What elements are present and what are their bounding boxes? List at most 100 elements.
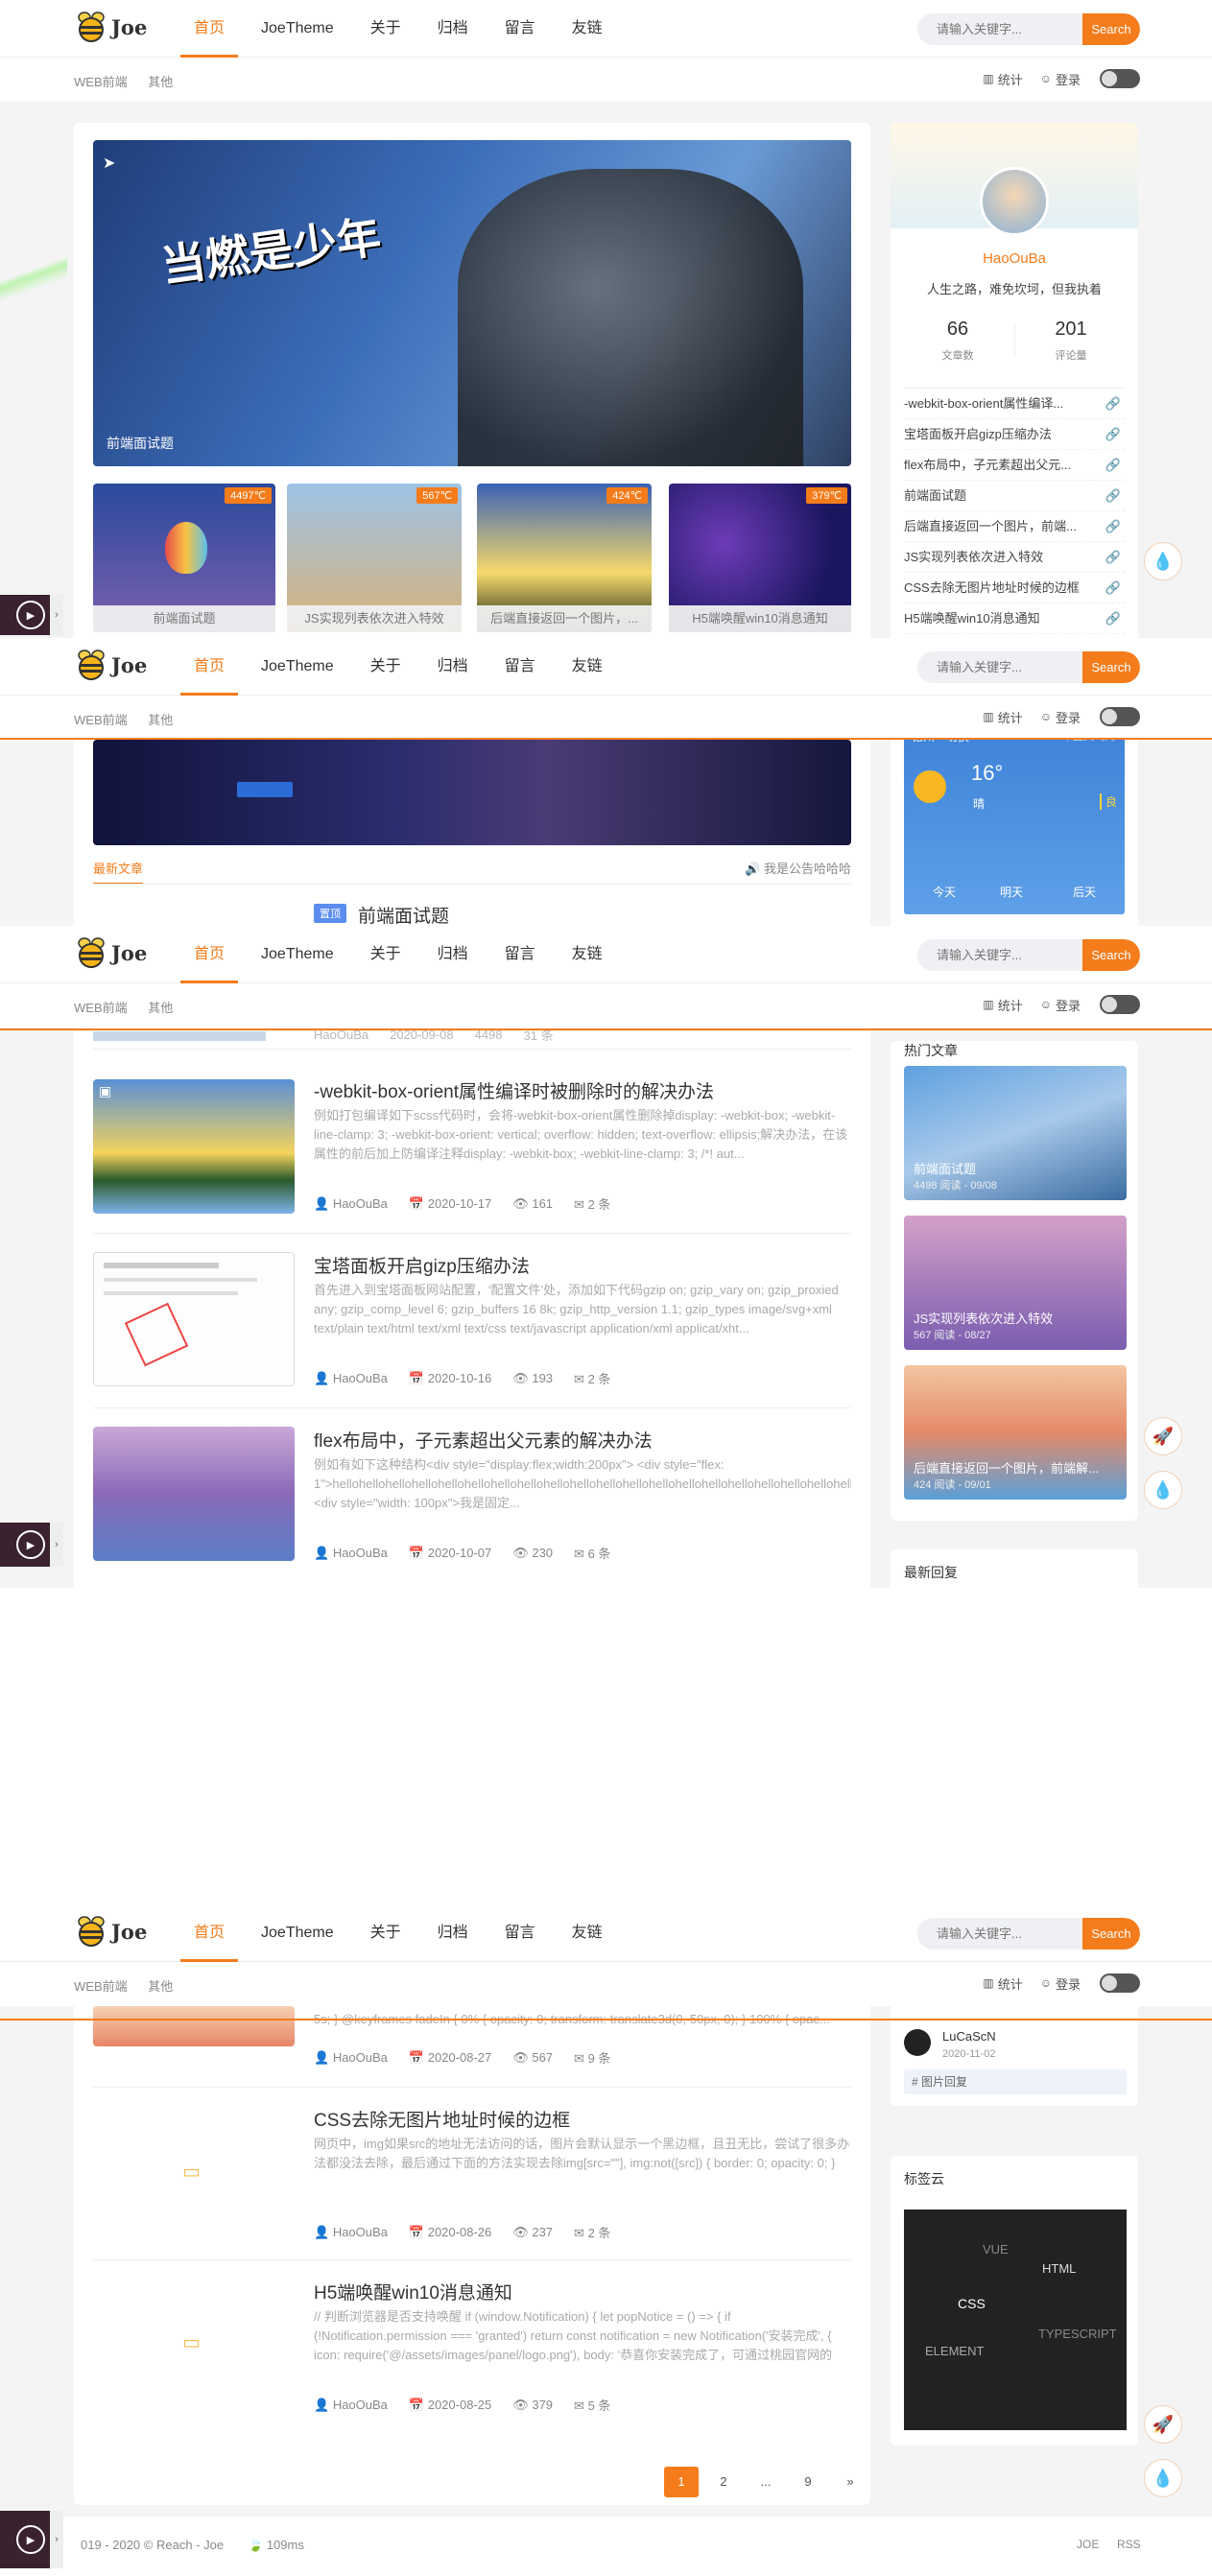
logo[interactable]: Joe xyxy=(75,10,147,44)
search-input[interactable] xyxy=(917,651,1071,683)
login-link[interactable]: ☺ 登录 xyxy=(1040,996,1081,1014)
article-thumb[interactable] xyxy=(93,2006,295,2046)
side-link[interactable]: JS实现列表依次进入特效 🔗 xyxy=(904,542,1125,573)
cat-web[interactable]: WEB前端 xyxy=(74,75,128,89)
article-title[interactable]: -webkit-box-orient属性编译时被删除时的解决办法 xyxy=(314,1077,714,1103)
cat-other[interactable]: 其他 xyxy=(148,75,173,89)
stats-link[interactable]: ▥ 统计 xyxy=(983,996,1022,1014)
cat-other[interactable]: 其他 xyxy=(148,1979,173,1994)
side-link[interactable]: H5端唤醒win10消息通知 🔗 xyxy=(904,603,1125,634)
article-thumb[interactable] xyxy=(93,1427,295,1561)
article-thumb[interactable] xyxy=(93,1252,295,1386)
nav-message[interactable]: 留言 xyxy=(491,638,549,696)
drop-icon[interactable]: 💧 xyxy=(1144,2459,1182,2497)
dark-mode-toggle[interactable] xyxy=(1100,995,1140,1014)
page-button[interactable]: 2 xyxy=(706,2467,741,2497)
stats-link[interactable]: ▥ 统计 xyxy=(983,1974,1022,1993)
article-title[interactable]: flex布局中，子元素超出父元素的解决办法 xyxy=(314,1427,653,1453)
tag[interactable]: CSS xyxy=(958,2296,986,2311)
nav-links[interactable]: 友链 xyxy=(558,926,616,983)
search-input[interactable] xyxy=(917,13,1071,45)
nav-home[interactable]: 首页 xyxy=(180,1904,239,1962)
nav-message[interactable]: 留言 xyxy=(491,926,549,983)
nav-archive[interactable]: 归档 xyxy=(424,638,482,696)
play-icon[interactable]: ▶ xyxy=(16,601,45,629)
page-button[interactable]: ... xyxy=(749,2467,783,2497)
cat-web[interactable]: WEB前端 xyxy=(74,1001,128,1015)
logo[interactable]: Joe xyxy=(75,648,147,682)
side-link[interactable]: flex布局中，子元素超出父元... 🔗 xyxy=(904,450,1125,481)
rocket-icon[interactable]: 🚀 xyxy=(1144,1417,1182,1455)
drop-icon[interactable]: 💧 xyxy=(1144,1471,1182,1509)
hot-item[interactable]: 前端面试题 4498 阅读 - 09/08 xyxy=(904,1066,1127,1200)
cat-web[interactable]: WEB前端 xyxy=(74,713,128,727)
play-icon[interactable]: ▶ xyxy=(16,2525,45,2554)
side-link[interactable]: -webkit-box-orient属性编译... 🔗 xyxy=(904,389,1125,419)
search-button[interactable]: Search xyxy=(1082,939,1140,971)
search-button[interactable]: Search xyxy=(1082,1918,1140,1950)
side-link[interactable]: 前端面试题 🔗 xyxy=(904,481,1125,511)
dark-mode-toggle[interactable] xyxy=(1100,69,1140,88)
nav-about[interactable]: 关于 xyxy=(357,1904,415,1962)
ad-banner[interactable] xyxy=(93,740,851,845)
tag[interactable]: VUE xyxy=(983,2242,1009,2257)
hero-banner[interactable]: 当燃是少年 ➤ 前端面试题 xyxy=(93,140,851,466)
thumb-card[interactable]: 424℃ 后端直接返回一个图片，... xyxy=(477,484,652,632)
search-button[interactable]: Search xyxy=(1082,651,1140,683)
nav-archive[interactable]: 归档 xyxy=(424,0,482,58)
nav-message[interactable]: 留言 xyxy=(491,1904,549,1962)
article-title[interactable]: 宝塔面板开启gizp压缩办法 xyxy=(314,1252,530,1278)
stats-link[interactable]: ▥ 统计 xyxy=(983,708,1022,726)
play-icon[interactable]: ▶ xyxy=(16,1530,45,1559)
article-title[interactable]: 前端面试题 xyxy=(358,902,449,926)
music-player[interactable]: ▶ › xyxy=(0,1523,63,1567)
nav-joetheme[interactable]: JoeTheme xyxy=(248,0,347,58)
search-input[interactable] xyxy=(917,939,1071,971)
avatar[interactable] xyxy=(980,167,1049,236)
nav-joetheme[interactable]: JoeTheme xyxy=(248,1904,347,1962)
side-link[interactable]: CSS去除无图片地址时候的边框 🔗 xyxy=(904,573,1125,603)
article-title[interactable]: CSS去除无图片地址时候的边框 xyxy=(314,2106,570,2132)
cat-other[interactable]: 其他 xyxy=(148,1001,173,1015)
tag[interactable]: ELEMENT xyxy=(925,2344,984,2358)
login-link[interactable]: ☺ 登录 xyxy=(1040,1974,1081,1993)
next-page-button[interactable]: » xyxy=(833,2467,867,2497)
nav-joetheme[interactable]: JoeTheme xyxy=(248,638,347,696)
cat-web[interactable]: WEB前端 xyxy=(74,1979,128,1994)
thumb-card[interactable]: 567℃ JS实现列表依次进入特效 xyxy=(287,484,462,632)
reply-text[interactable]: # 图片回复 xyxy=(904,2069,1127,2094)
nav-archive[interactable]: 归档 xyxy=(424,1904,482,1962)
thumb-card[interactable]: 379℃ H5端唤醒win10消息通知 xyxy=(669,484,851,632)
search-button[interactable]: Search xyxy=(1082,13,1140,45)
nav-archive[interactable]: 归档 xyxy=(424,926,482,983)
side-link[interactable]: 宝塔面板开启gizp压缩办法 🔗 xyxy=(904,419,1125,450)
stats-link[interactable]: ▥ 统计 xyxy=(983,70,1022,88)
tag[interactable]: HTML xyxy=(1042,2261,1076,2276)
nav-home[interactable]: 首页 xyxy=(180,926,239,983)
footer-link-rss[interactable]: RSS xyxy=(1117,2538,1141,2551)
nav-about[interactable]: 关于 xyxy=(357,0,415,58)
nav-home[interactable]: 首页 xyxy=(180,0,239,58)
footer-link-joe[interactable]: JOE xyxy=(1077,2538,1099,2551)
music-player[interactable]: ▶ › xyxy=(0,595,63,635)
logo[interactable]: Joe xyxy=(75,1914,147,1949)
chevron-right-icon[interactable]: › xyxy=(50,2511,63,2568)
nav-about[interactable]: 关于 xyxy=(357,638,415,696)
page-button[interactable]: 1 xyxy=(664,2467,699,2497)
rocket-icon[interactable]: 🚀 xyxy=(1144,2405,1182,2444)
nav-message[interactable]: 留言 xyxy=(491,0,549,58)
banner-button[interactable] xyxy=(237,782,293,797)
login-link[interactable]: ☺ 登录 xyxy=(1040,70,1081,88)
side-link[interactable]: 后端直接返回一个图片，前端... 🔗 xyxy=(904,511,1125,542)
hot-item[interactable]: 后端直接返回一个图片，前端解... 424 阅读 - 09/01 xyxy=(904,1365,1127,1500)
tag[interactable]: TYPESCRIPT xyxy=(1038,2327,1117,2341)
nav-joetheme[interactable]: JoeTheme xyxy=(248,926,347,983)
thumb-card[interactable]: 4497℃ 前端面试题 xyxy=(93,484,275,632)
nav-links[interactable]: 友链 xyxy=(558,0,616,58)
drop-icon[interactable]: 💧 xyxy=(1144,542,1182,580)
logo[interactable]: Joe xyxy=(75,935,147,970)
article-title[interactable]: H5端唤醒win10消息通知 xyxy=(314,2279,512,2304)
article-thumb[interactable]: ▣ xyxy=(93,1079,295,1214)
reply-user[interactable]: LuCaScN xyxy=(942,2029,996,2044)
hot-item[interactable]: JS实现列表依次进入特效 567 阅读 - 08/27 xyxy=(904,1216,1127,1350)
